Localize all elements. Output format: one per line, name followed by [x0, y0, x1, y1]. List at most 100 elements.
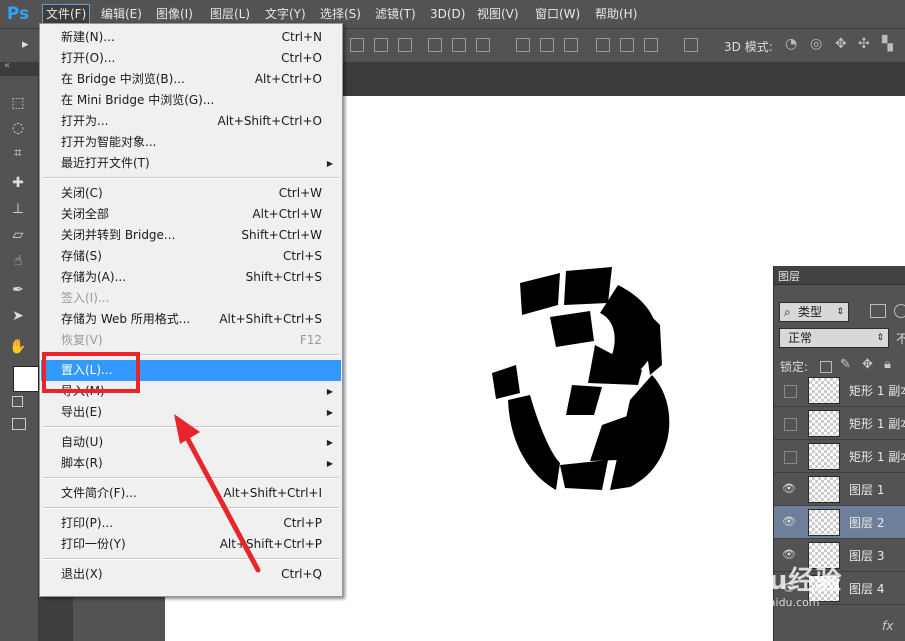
default-colors-icon[interactable]	[12, 396, 23, 407]
file-menu-item[interactable]: 存储(S) Ctrl+S	[41, 246, 341, 267]
lasso-tool-icon[interactable]: ◌	[9, 119, 27, 137]
file-menu-item[interactable]: 关闭全部 Alt+Ctrl+W	[41, 204, 341, 225]
distribute-bottom-icon[interactable]	[564, 38, 578, 52]
menu-item-label: 新建(N)...	[61, 30, 115, 44]
tab-layers[interactable]: 图层	[778, 268, 800, 284]
distribute-hcenter-icon[interactable]	[620, 38, 634, 52]
collapse-arrows-icon[interactable]: «	[4, 60, 10, 71]
path-select-icon[interactable]: ➤	[9, 307, 27, 325]
menu-item-label: 打印一份(Y)	[61, 537, 126, 551]
align-top-icon[interactable]	[350, 38, 364, 52]
menu-item-shortcut: Ctrl+Q	[281, 567, 322, 581]
file-menu-item[interactable]: 在 Bridge 中浏览(B)... Alt+Ctrl+O	[41, 69, 341, 90]
align-right-icon[interactable]	[476, 38, 490, 52]
layer-row[interactable]: 👁︎ 图层 2	[774, 506, 905, 539]
menu-filter[interactable]: 滤镜(T)	[372, 5, 419, 23]
visibility-eye-icon[interactable]: 👁︎	[782, 483, 796, 495]
fx-icon[interactable]: fx	[882, 619, 893, 633]
crop-tool-icon[interactable]: ⌗	[9, 144, 27, 162]
layer-thumbnail	[808, 410, 840, 437]
chevron-down-icon: ⇕	[876, 333, 884, 343]
menu-edit[interactable]: 编辑(E)	[98, 5, 145, 23]
menu-item-label: 打印(P)...	[61, 516, 114, 530]
stamp-tool-icon[interactable]: ⊥	[9, 200, 27, 218]
menu-window[interactable]: 窗口(W)	[532, 5, 583, 23]
layer-row[interactable]: 矩形 1 副本 2	[774, 374, 905, 407]
hand-tool-icon[interactable]: ✋	[9, 338, 27, 356]
menu-item-label: 存储(S)	[61, 249, 102, 263]
eraser-tool-icon[interactable]: ▱	[9, 226, 27, 244]
menu-item-label: 最近打开文件(T)	[61, 156, 150, 170]
quick-mask-icon[interactable]	[12, 418, 26, 430]
layer-name: 图层 3	[849, 549, 885, 563]
distribute-right-icon[interactable]	[644, 38, 658, 52]
layer-name: 矩形 1 副本	[849, 450, 905, 464]
layer-row[interactable]: 矩形 1 副本	[774, 440, 905, 473]
pen-tool-icon[interactable]: ✒	[9, 281, 27, 299]
file-menu-item[interactable]: 打开(O)... Ctrl+O	[41, 48, 341, 69]
file-menu-item[interactable]: 在 Mini Bridge 中浏览(G)...	[41, 90, 341, 111]
artwork-shape	[492, 365, 520, 399]
distribute-top-icon[interactable]	[516, 38, 530, 52]
file-menu-item[interactable]: 打开为智能对象...	[41, 132, 341, 153]
3d-slide-icon[interactable]: ✣	[858, 36, 870, 52]
marquee-tool-icon[interactable]: ⬚	[9, 94, 27, 112]
menu-select[interactable]: 选择(S)	[317, 5, 364, 23]
file-menu-item[interactable]: 存储为(A)... Shift+Ctrl+S	[41, 267, 341, 288]
distribute-vcenter-icon[interactable]	[540, 38, 554, 52]
auto-align-icon[interactable]	[684, 38, 698, 52]
menu-view[interactable]: 视图(V)	[474, 5, 522, 23]
search-icon: ⌕	[784, 305, 791, 319]
healing-brush-icon[interactable]: ✚	[9, 174, 27, 192]
file-menu-item[interactable]: 存储为 Web 所用格式... Alt+Shift+Ctrl+S	[41, 309, 341, 330]
layer-row[interactable]: 矩形 1 副本 4	[774, 407, 905, 440]
foreground-color-swatch[interactable]	[13, 366, 39, 392]
menu-file[interactable]: 文件(F)	[42, 4, 91, 24]
align-left-icon[interactable]	[428, 38, 442, 52]
menu-item-label: 存储为 Web 所用格式...	[61, 312, 191, 326]
lock-transparent-icon[interactable]	[820, 361, 832, 373]
align-bottom-icon[interactable]	[398, 38, 412, 52]
menu-help[interactable]: 帮助(H)	[592, 5, 640, 23]
menu-3d[interactable]: 3D(D)	[427, 5, 468, 23]
menu-item-label: 打开为智能对象...	[61, 135, 157, 149]
visibility-toggle-empty[interactable]	[784, 385, 797, 398]
menu-item-label: 打开(O)...	[61, 51, 116, 65]
file-menu-item[interactable]: 新建(N)... Ctrl+N	[41, 27, 341, 48]
align-hcenter-icon[interactable]	[452, 38, 466, 52]
menu-item-label: 在 Mini Bridge 中浏览(G)...	[61, 93, 215, 107]
move-tool-icon[interactable]: ▸	[22, 37, 29, 52]
lock-position-icon[interactable]: ✥	[862, 357, 873, 372]
blend-mode-select[interactable]: 正常 ⇕	[779, 328, 889, 348]
layer-row[interactable]: 👁︎ 图层 1	[774, 473, 905, 506]
file-menu-item[interactable]: 关闭并转到 Bridge... Shift+Ctrl+W	[41, 225, 341, 246]
lock-brush-icon[interactable]: ✎	[840, 357, 851, 372]
menu-image[interactable]: 图像(I)	[153, 5, 196, 23]
align-vcenter-icon[interactable]	[374, 38, 388, 52]
visibility-eye-icon[interactable]: 👁︎	[782, 516, 796, 528]
distribute-left-icon[interactable]	[596, 38, 610, 52]
menu-item-label: 自动(U)	[61, 435, 104, 449]
adjustment-filter-icon[interactable]	[894, 304, 905, 318]
visibility-toggle-empty[interactable]	[784, 418, 797, 431]
3d-scale-icon[interactable]: ▚	[882, 36, 893, 52]
layer-name: 图层 2	[849, 516, 885, 530]
menu-type[interactable]: 文字(Y)	[262, 5, 309, 23]
layer-filter-select[interactable]: ⌕ 类型 ⇕	[779, 302, 849, 322]
3d-rotate-icon[interactable]: ◔	[785, 36, 797, 52]
file-menu-item[interactable]: 关闭(C) Ctrl+W	[41, 183, 341, 204]
lock-all-icon[interactable]: 🔒︎	[884, 357, 891, 372]
artwork-shape	[560, 460, 608, 490]
smudge-tool-icon[interactable]: ☝	[9, 252, 27, 270]
file-menu-item[interactable]: 打开为... Alt+Shift+Ctrl+O	[41, 111, 341, 132]
3d-roll-icon[interactable]: ◎	[810, 36, 822, 52]
3d-pan-icon[interactable]: ✥	[835, 36, 847, 52]
menu-layer[interactable]: 图层(L)	[207, 5, 253, 23]
menu-item-shortcut: F12	[299, 333, 322, 347]
artwork-shape	[520, 273, 560, 315]
submenu-arrow-icon: ▶	[326, 459, 333, 468]
visibility-toggle-empty[interactable]	[784, 451, 797, 464]
file-menu-item[interactable]: 最近打开文件(T) ▶	[41, 153, 341, 174]
image-filter-icon[interactable]	[870, 304, 886, 318]
3d-mode-label: 3D 模式:	[724, 40, 773, 54]
